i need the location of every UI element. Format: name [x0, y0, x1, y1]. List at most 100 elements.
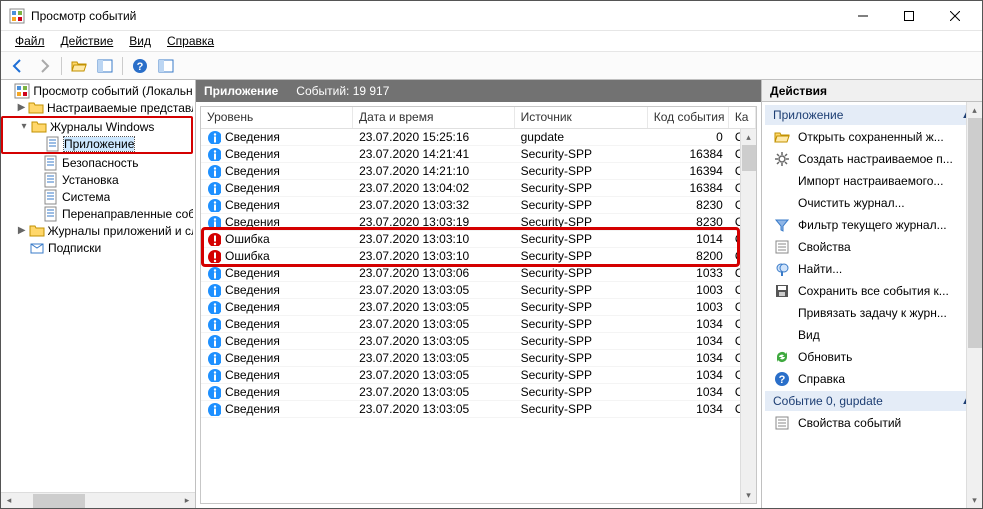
- table-row[interactable]: Сведения23.07.2020 13:03:05Security-SPP1…: [201, 282, 756, 299]
- tree-forwarded-log[interactable]: Перенаправленные соб: [1, 205, 195, 222]
- action-label: Создать настраиваемое п...: [798, 152, 953, 166]
- action-open-saved-log[interactable]: Открыть сохраненный ж...: [764, 126, 980, 148]
- tree-application-log[interactable]: Приложение: [3, 135, 191, 152]
- table-row[interactable]: Сведения23.07.2020 13:03:05Security-SPP1…: [201, 401, 756, 418]
- tree-label: Приложение: [64, 137, 134, 151]
- blank-icon: [774, 173, 790, 189]
- tree-twist-icon[interactable]: ▶: [15, 225, 29, 236]
- scroll-up-button[interactable]: ▴: [741, 129, 757, 145]
- table-row[interactable]: Сведения23.07.2020 13:03:19Security-SPP8…: [201, 214, 756, 231]
- cell-source: Security-SPP: [515, 402, 648, 416]
- cell-level: Сведения: [201, 402, 353, 416]
- action-save-all-events[interactable]: Сохранить все события к...: [764, 280, 980, 302]
- table-row[interactable]: Сведения23.07.2020 13:03:06Security-SPP1…: [201, 265, 756, 282]
- events-header-title: Приложение: [204, 84, 278, 98]
- table-row[interactable]: Сведения23.07.2020 13:03:05Security-SPP1…: [201, 367, 756, 384]
- table-row[interactable]: Ошибка23.07.2020 13:03:10Security-SPP101…: [201, 231, 756, 248]
- tree-label: Подписки: [48, 241, 101, 255]
- close-button[interactable]: [932, 1, 978, 31]
- action-event-properties[interactable]: Свойства событий: [764, 412, 980, 434]
- scroll-thumb[interactable]: [33, 494, 85, 508]
- menu-view[interactable]: Вид: [121, 32, 159, 50]
- table-row[interactable]: Сведения23.07.2020 13:03:32Security-SPP8…: [201, 197, 756, 214]
- table-row[interactable]: Сведения23.07.2020 13:04:02Security-SPP1…: [201, 180, 756, 197]
- table-row[interactable]: Сведения23.07.2020 13:03:05Security-SPP1…: [201, 333, 756, 350]
- tree-security-log[interactable]: Безопасность: [1, 154, 195, 171]
- info-icon: [207, 334, 221, 348]
- help-icon: [774, 371, 790, 387]
- blank-icon: [774, 327, 790, 343]
- column-header-datetime[interactable]: Дата и время: [353, 107, 515, 128]
- column-header-source[interactable]: Источник: [515, 107, 648, 128]
- cell-code: 1034: [648, 351, 729, 365]
- action-refresh[interactable]: Обновить: [764, 346, 980, 368]
- scroll-left-button[interactable]: ◂: [1, 493, 17, 509]
- tree-subscriptions[interactable]: Подписки: [1, 239, 195, 256]
- minimize-button[interactable]: [840, 1, 886, 31]
- cell-level: Сведения: [201, 385, 353, 399]
- actions-vertical-scrollbar[interactable]: ▴ ▾: [966, 102, 982, 508]
- cell-code: 1034: [648, 317, 729, 331]
- table-row[interactable]: Сведения23.07.2020 13:03:05Security-SPP1…: [201, 316, 756, 333]
- action-help[interactable]: Справка▶: [764, 368, 980, 390]
- maximize-button[interactable]: [886, 1, 932, 31]
- column-header-code[interactable]: Код события: [648, 107, 729, 128]
- toolbar-show-tree-button[interactable]: [68, 55, 90, 77]
- column-header-level[interactable]: Уровень: [201, 107, 353, 128]
- tree-system-log[interactable]: Система: [1, 188, 195, 205]
- table-row[interactable]: Ошибка23.07.2020 13:03:10Security-SPP820…: [201, 248, 756, 265]
- table-vertical-scrollbar[interactable]: ▴ ▾: [740, 129, 756, 503]
- action-create-custom-view[interactable]: Создать настраиваемое п...: [764, 148, 980, 170]
- cell-level: Сведения: [201, 198, 353, 212]
- menu-file[interactable]: Файл: [7, 32, 53, 50]
- info-icon: [207, 164, 221, 178]
- toolbar-panes-button[interactable]: [94, 55, 116, 77]
- tree-app-service-logs[interactable]: ▶ Журналы приложений и сл: [1, 222, 195, 239]
- table-row[interactable]: Сведения23.07.2020 14:21:10Security-SPP1…: [201, 163, 756, 180]
- table-row[interactable]: Сведения23.07.2020 13:03:05Security-SPP1…: [201, 350, 756, 367]
- action-import-custom-view[interactable]: Импорт настраиваемого...: [764, 170, 980, 192]
- toolbar-back-button[interactable]: [7, 55, 29, 77]
- cell-source: gupdate: [515, 130, 648, 144]
- tree-setup-log[interactable]: Установка: [1, 171, 195, 188]
- toolbar-help-button[interactable]: [129, 55, 151, 77]
- scroll-right-button[interactable]: ▸: [179, 493, 195, 509]
- actions-section-application[interactable]: Приложение ▲: [765, 105, 979, 125]
- menu-help[interactable]: Справка: [159, 32, 222, 50]
- cell-code: 8230: [648, 215, 729, 229]
- tree-twist-icon[interactable]: ▾: [17, 121, 31, 132]
- scroll-down-button[interactable]: ▾: [741, 487, 757, 503]
- action-filter-log[interactable]: Фильтр текущего журнал...: [764, 214, 980, 236]
- action-label: Фильтр текущего журнал...: [798, 218, 947, 232]
- main-area: Просмотр событий (Локальны ▶ Настраиваем…: [1, 80, 982, 508]
- table-row[interactable]: Сведения23.07.2020 15:25:16gupdate0О: [201, 129, 756, 146]
- action-find[interactable]: Найти...: [764, 258, 980, 280]
- scroll-thumb[interactable]: [968, 118, 982, 348]
- cell-datetime: 23.07.2020 13:03:05: [353, 300, 515, 314]
- column-header-category[interactable]: Ка: [729, 107, 756, 128]
- table-row[interactable]: Сведения23.07.2020 13:03:05Security-SPP1…: [201, 299, 756, 316]
- properties-icon: [774, 415, 790, 431]
- tree-horizontal-scrollbar[interactable]: ◂ ▸: [1, 492, 195, 508]
- action-clear-log[interactable]: Очистить журнал...: [764, 192, 980, 214]
- table-row[interactable]: Сведения23.07.2020 14:21:41Security-SPP1…: [201, 146, 756, 163]
- action-view-submenu[interactable]: Вид▶: [764, 324, 980, 346]
- table-body: Сведения23.07.2020 15:25:16gupdate0ОСвед…: [201, 129, 756, 418]
- tree-twist-icon[interactable]: ▶: [15, 102, 28, 113]
- action-properties[interactable]: Свойства: [764, 236, 980, 258]
- scroll-up-button[interactable]: ▴: [967, 102, 983, 118]
- table-row[interactable]: Сведения23.07.2020 13:03:05Security-SPP1…: [201, 384, 756, 401]
- scroll-down-button[interactable]: ▾: [967, 492, 983, 508]
- scroll-thumb[interactable]: [742, 145, 756, 171]
- menu-action[interactable]: Действие: [53, 32, 122, 50]
- cell-source: Security-SPP: [515, 368, 648, 382]
- actions-section-event[interactable]: Событие 0, gupdate ▲: [765, 391, 979, 411]
- tree-windows-logs[interactable]: ▾ Журналы Windows: [3, 118, 191, 135]
- toolbar-forward-button[interactable]: [33, 55, 55, 77]
- toolbar-panes2-button[interactable]: [155, 55, 177, 77]
- action-attach-task[interactable]: Привязать задачу к журн...: [764, 302, 980, 324]
- info-icon: [207, 385, 221, 399]
- tree-custom-views[interactable]: ▶ Настраиваемые представле: [1, 99, 195, 116]
- tree-root[interactable]: Просмотр событий (Локальны: [1, 82, 195, 99]
- cell-datetime: 23.07.2020 14:21:10: [353, 164, 515, 178]
